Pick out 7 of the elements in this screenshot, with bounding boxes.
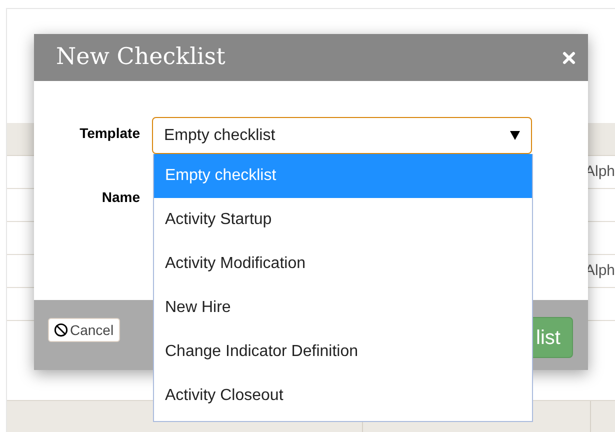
cancel-button[interactable]: Cancel <box>48 318 120 342</box>
dialog-title: New Checklist <box>56 43 226 72</box>
template-select[interactable]: Empty checklist <box>152 117 532 154</box>
cancel-icon <box>54 323 68 337</box>
field-label: Name <box>102 188 140 207</box>
field-label: Template <box>80 124 140 143</box>
caret-icon <box>510 131 520 140</box>
